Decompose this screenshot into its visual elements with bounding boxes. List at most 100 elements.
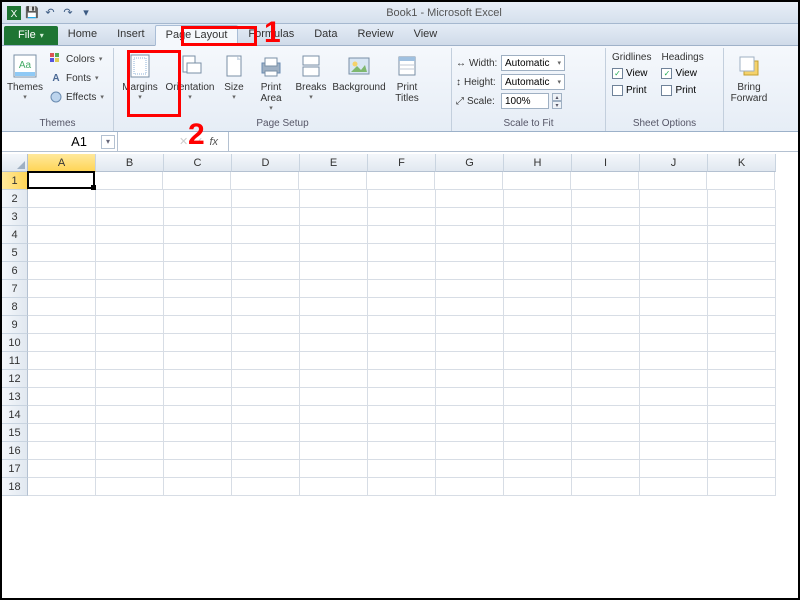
cell[interactable] (368, 262, 436, 280)
cell[interactable] (28, 388, 96, 406)
cell[interactable] (232, 352, 300, 370)
cell[interactable] (504, 442, 572, 460)
cell[interactable] (504, 316, 572, 334)
scale-field[interactable]: 100% (501, 93, 549, 109)
cell[interactable] (96, 244, 164, 262)
row-header[interactable]: 4 (2, 226, 28, 244)
cell[interactable] (436, 388, 504, 406)
cell[interactable] (231, 172, 299, 190)
cell[interactable] (28, 460, 96, 478)
cell[interactable] (708, 190, 776, 208)
cell[interactable] (164, 424, 232, 442)
qat-customize-icon[interactable]: ▾ (78, 5, 94, 21)
cell[interactable] (232, 190, 300, 208)
cell[interactable] (436, 334, 504, 352)
cell[interactable] (572, 406, 640, 424)
cell[interactable] (96, 298, 164, 316)
cell[interactable] (436, 316, 504, 334)
cell[interactable] (300, 442, 368, 460)
row-header[interactable]: 10 (2, 334, 28, 352)
cell[interactable] (300, 190, 368, 208)
cell[interactable] (572, 334, 640, 352)
headings-view-checkbox[interactable]: ✓View (659, 65, 705, 81)
cell[interactable] (368, 280, 436, 298)
effects-button[interactable]: Effects▾ (46, 88, 107, 106)
cell[interactable] (436, 208, 504, 226)
cell[interactable] (572, 262, 640, 280)
cell[interactable] (96, 406, 164, 424)
cell[interactable] (572, 244, 640, 262)
cell[interactable] (96, 280, 164, 298)
orientation-button[interactable]: Orientation▾ (164, 50, 216, 103)
margins-button[interactable]: Margins▾ (118, 50, 162, 103)
cell[interactable] (572, 280, 640, 298)
tab-view[interactable]: View (404, 25, 448, 45)
cell[interactable] (504, 370, 572, 388)
cell[interactable] (436, 244, 504, 262)
cell[interactable] (436, 262, 504, 280)
column-header[interactable]: B (96, 154, 164, 172)
cell[interactable] (368, 406, 436, 424)
cell[interactable] (640, 244, 708, 262)
cell[interactable] (232, 478, 300, 496)
cell[interactable] (368, 388, 436, 406)
cell[interactable] (571, 172, 639, 190)
headings-print-checkbox[interactable]: Print (659, 82, 705, 98)
cell[interactable] (232, 226, 300, 244)
cell[interactable] (368, 190, 436, 208)
cell[interactable] (28, 406, 96, 424)
column-header[interactable]: E (300, 154, 368, 172)
cell[interactable] (28, 352, 96, 370)
name-box[interactable]: A1 ▾ (2, 132, 118, 151)
cell[interactable] (28, 370, 96, 388)
cell[interactable] (28, 190, 96, 208)
cell[interactable] (708, 262, 776, 280)
cell[interactable] (436, 478, 504, 496)
cell[interactable] (300, 316, 368, 334)
gridlines-view-checkbox[interactable]: ✓View (610, 65, 653, 81)
cell[interactable] (300, 388, 368, 406)
cell[interactable] (164, 478, 232, 496)
cell[interactable] (164, 262, 232, 280)
cell[interactable] (640, 334, 708, 352)
cell[interactable] (300, 208, 368, 226)
cell[interactable] (708, 478, 776, 496)
cell[interactable] (708, 334, 776, 352)
cell[interactable] (300, 406, 368, 424)
cell[interactable] (28, 280, 96, 298)
cell[interactable] (164, 334, 232, 352)
cell[interactable] (96, 226, 164, 244)
cell[interactable] (504, 262, 572, 280)
row-header[interactable]: 18 (2, 478, 28, 496)
cell[interactable] (504, 190, 572, 208)
cell[interactable] (368, 370, 436, 388)
cell[interactable] (28, 208, 96, 226)
select-all-corner[interactable] (2, 154, 28, 172)
spreadsheet-grid[interactable]: ABCDEFGHIJK 123456789101112131415161718 (2, 154, 798, 598)
cell[interactable] (232, 424, 300, 442)
cell[interactable] (27, 171, 95, 189)
cell[interactable] (368, 298, 436, 316)
cell[interactable] (96, 424, 164, 442)
cell[interactable] (368, 244, 436, 262)
cell[interactable] (572, 424, 640, 442)
cell[interactable] (96, 262, 164, 280)
row-header[interactable]: 13 (2, 388, 28, 406)
cell[interactable] (232, 334, 300, 352)
cell[interactable] (572, 316, 640, 334)
cell[interactable] (96, 352, 164, 370)
tab-insert[interactable]: Insert (107, 25, 155, 45)
cell[interactable] (640, 370, 708, 388)
cell[interactable] (96, 442, 164, 460)
cell[interactable] (232, 370, 300, 388)
cell[interactable] (96, 370, 164, 388)
cell[interactable] (503, 172, 571, 190)
cell[interactable] (300, 262, 368, 280)
row-header[interactable]: 15 (2, 424, 28, 442)
cell[interactable] (232, 262, 300, 280)
cell[interactable] (572, 478, 640, 496)
cell[interactable] (300, 424, 368, 442)
cell[interactable] (96, 460, 164, 478)
cell[interactable] (368, 208, 436, 226)
cell[interactable] (164, 244, 232, 262)
